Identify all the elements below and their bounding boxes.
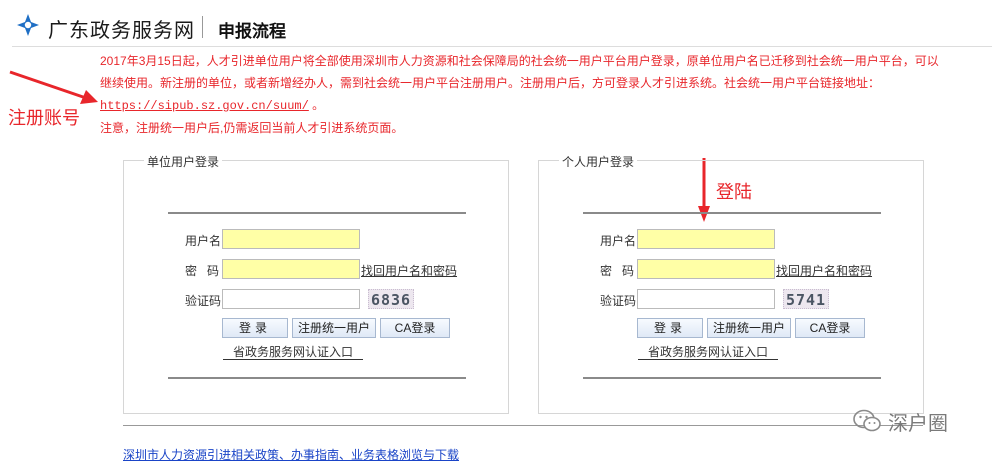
header-divider [202, 16, 203, 38]
panel-title: 个人用户登录 [559, 153, 638, 170]
register-unified-user-button[interactable]: 注册统一用户 [292, 318, 376, 338]
login-button[interactable]: 登录 [222, 318, 288, 338]
unit-login-panel: 单位用户登录 用户名 密码 找回用户名和密码 验证码 6836 登录 注册统一用… [123, 153, 509, 414]
policy-download-link[interactable]: 深圳市人力资源引进相关政策、办事指南、业务表格浏览与下载 [123, 446, 459, 463]
platform-link[interactable]: https://sipub.sz.gov.cn/suum/ [100, 99, 309, 113]
find-account-link[interactable]: 找回用户名和密码 [776, 262, 872, 279]
panel-divider [583, 212, 881, 214]
captcha-label: 验证码 [185, 294, 222, 308]
personal-login-panel: 个人用户登录 用户名 密码 找回用户名和密码 验证码 5741 登录 注册统一用… [538, 153, 924, 414]
ca-login-button[interactable]: CA登录 [795, 318, 865, 338]
notice: 2017年3月15日起，人才引进单位用户将全部使用深圳市人力资源和社会保障局的社… [100, 50, 950, 139]
panel-divider [583, 377, 881, 379]
ca-login-button[interactable]: CA登录 [380, 318, 450, 338]
watermark-text: 深户圈 [888, 412, 948, 435]
register-unified-user-button[interactable]: 注册统一用户 [707, 318, 791, 338]
captcha-image[interactable]: 6836 [368, 289, 414, 309]
page-title: 申报流程 [218, 22, 286, 41]
username-label: 用户名 [600, 234, 637, 248]
panel-title: 单位用户登录 [144, 153, 223, 170]
captcha-input[interactable] [222, 289, 360, 309]
notice-link-suffix: 。 [308, 98, 325, 112]
password-input[interactable] [637, 259, 775, 279]
gd-logo-icon [17, 14, 39, 36]
find-account-link[interactable]: 找回用户名和密码 [361, 262, 457, 279]
annotation-register: 注册账号 [8, 108, 80, 128]
panel-divider [168, 212, 466, 214]
wechat-icon [853, 409, 881, 432]
header: 广东政务服务网 申报流程 [0, 0, 1000, 48]
username-input[interactable] [637, 229, 775, 249]
annotation-arrow-icon [9, 70, 98, 104]
login-button[interactable]: 登录 [637, 318, 703, 338]
header-rule [12, 46, 992, 47]
notice-note: 注意，注册统一用户后,仍需返回当前人才引进系统页面。 [100, 121, 404, 135]
province-cert-entry-link[interactable]: 省政务服务网认证入口 [223, 345, 363, 360]
username-input[interactable] [222, 229, 360, 249]
watermark: 深户圈 [852, 404, 948, 438]
site-title[interactable]: 广东政务服务网 [48, 14, 195, 43]
notice-text: 2017年3月15日起，人才引进单位用户将全部使用深圳市人力资源和社会保障局的社… [100, 54, 939, 90]
footer-divider [123, 425, 923, 426]
captcha-input[interactable] [637, 289, 775, 309]
province-cert-entry-link[interactable]: 省政务服务网认证入口 [638, 345, 778, 360]
username-label: 用户名 [185, 234, 222, 248]
captcha-label: 验证码 [600, 294, 637, 308]
password-input[interactable] [222, 259, 360, 279]
panel-divider [168, 377, 466, 379]
captcha-image[interactable]: 5741 [783, 289, 829, 309]
